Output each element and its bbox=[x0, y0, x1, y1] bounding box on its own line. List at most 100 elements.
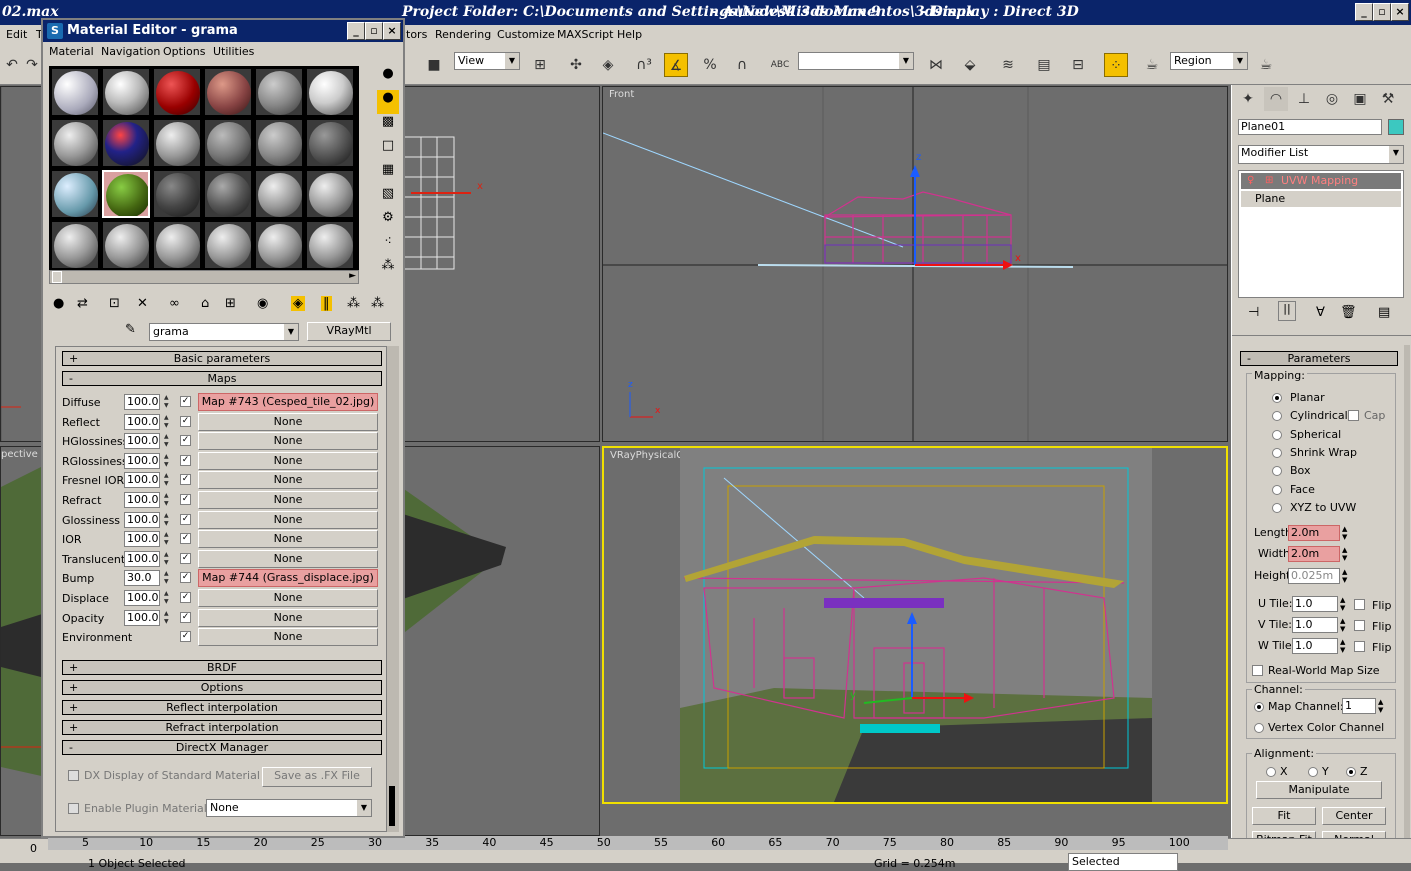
time-ruler[interactable]: 5 10 15 20 25 30 35 40 45 50 55 60 65 70 75 80 85 90 95 100 bbox=[48, 836, 1228, 850]
parameters-scrollbar[interactable] bbox=[387, 346, 399, 832]
map-button[interactable]: Map #743 (Cesped_tile_02.jpg) bbox=[198, 393, 378, 411]
width-spinner[interactable]: ▲ ▼ bbox=[1342, 546, 1347, 562]
pivot-icon[interactable]: ⊞ bbox=[528, 53, 552, 77]
assign-to-selection-icon[interactable]: ⊡ bbox=[109, 296, 120, 311]
material-slot[interactable] bbox=[102, 170, 150, 218]
spinner-snap-icon[interactable]: ∩ bbox=[730, 53, 754, 77]
map-enable-checkbox[interactable]: ✓ bbox=[180, 415, 191, 427]
align-icon[interactable]: ⬙ bbox=[958, 53, 982, 77]
me-menu-options[interactable]: Options bbox=[163, 45, 205, 58]
map-button[interactable]: None bbox=[198, 471, 378, 490]
map-button[interactable]: None bbox=[198, 510, 378, 529]
map-amount-field[interactable]: 30.0 bbox=[124, 570, 160, 587]
me-menu-navigation[interactable]: Navigation bbox=[101, 45, 160, 58]
map-amount-spinner[interactable]: ▲ ▼ bbox=[164, 590, 172, 606]
close-button[interactable]: × bbox=[1391, 3, 1409, 21]
map-amount-spinner[interactable]: ▲ ▼ bbox=[164, 472, 172, 488]
layer-manager-icon[interactable]: ≋ bbox=[996, 53, 1020, 77]
mapping-radio[interactable] bbox=[1272, 393, 1282, 403]
map-amount-spinner[interactable]: ▲ ▼ bbox=[164, 512, 172, 528]
map-enable-checkbox[interactable]: ✓ bbox=[180, 533, 191, 545]
material-slot[interactable] bbox=[51, 221, 99, 269]
parameters-rollout[interactable]: - Parameters bbox=[1240, 351, 1398, 366]
map-amount-field[interactable]: 100.0 bbox=[124, 452, 160, 469]
edit-named-selection-icon[interactable]: ABC bbox=[768, 53, 792, 77]
parameters-scroll-thumb[interactable] bbox=[389, 786, 395, 826]
material-slot[interactable] bbox=[102, 119, 150, 167]
material-slot[interactable] bbox=[153, 119, 201, 167]
uv-tiling-icon[interactable]: □ bbox=[377, 138, 399, 162]
material-slot[interactable] bbox=[204, 119, 252, 167]
rollout-header[interactable]: + Basic parameters bbox=[62, 351, 382, 366]
manipulate-button[interactable]: Manipulate bbox=[1256, 781, 1382, 799]
selection-filter-combo[interactable]: Selected bbox=[1068, 853, 1178, 871]
pin-stack-icon[interactable]: ⊣ bbox=[1248, 305, 1259, 320]
vertex-color-radio[interactable] bbox=[1254, 723, 1264, 733]
remove-modifier-icon[interactable]: 🗑 bbox=[1340, 305, 1357, 320]
expand-icon[interactable]: ⊞ bbox=[1265, 175, 1273, 186]
make-unique-material-icon[interactable]: ∞ bbox=[169, 296, 180, 311]
map-button[interactable]: None bbox=[198, 412, 378, 431]
material-slot[interactable] bbox=[153, 68, 201, 116]
map-amount-spinner[interactable]: ▲ ▼ bbox=[164, 570, 172, 586]
render-type-combo[interactable]: Region ▼ bbox=[1170, 52, 1248, 70]
map-amount-field[interactable]: 100.0 bbox=[124, 413, 160, 430]
rollout-header[interactable]: + BRDF bbox=[62, 660, 382, 675]
put-to-scene-icon[interactable]: ⇄ bbox=[77, 296, 88, 311]
select-by-material-icon[interactable]: ⁖ bbox=[377, 234, 399, 258]
align-y-radio[interactable] bbox=[1308, 767, 1318, 777]
tile-field[interactable]: 1.0 bbox=[1292, 638, 1338, 654]
select-manipulate-icon[interactable]: ✣ bbox=[564, 53, 588, 77]
object-color-swatch[interactable] bbox=[1388, 119, 1404, 135]
menu-customize[interactable]: Customize bbox=[497, 28, 555, 41]
map-amount-field[interactable]: 100.0 bbox=[124, 472, 160, 489]
tile-field[interactable]: 1.0 bbox=[1292, 596, 1338, 612]
tile-spinner[interactable]: ▲ ▼ bbox=[1340, 638, 1345, 654]
flip-checkbox[interactable] bbox=[1354, 620, 1365, 631]
map-amount-field[interactable]: 100.0 bbox=[124, 531, 160, 548]
show-end-result-icon[interactable]: || bbox=[1278, 301, 1296, 321]
modifier-list-combo[interactable]: Modifier List ▼ bbox=[1238, 145, 1404, 164]
mirror-icon[interactable]: ⋈ bbox=[924, 53, 948, 77]
map-amount-spinner[interactable]: ▲ ▼ bbox=[164, 394, 172, 410]
tile-field[interactable]: 1.0 bbox=[1292, 617, 1338, 633]
enable-plugin-checkbox[interactable] bbox=[68, 803, 79, 814]
lightbulb-icon[interactable]: ♀ bbox=[1247, 175, 1254, 186]
modifier-stack[interactable]: UVW Mapping ♀ ⊞ Plane bbox=[1238, 170, 1404, 298]
map-button[interactable]: Map #744 (Grass_displace.jpg) bbox=[198, 569, 378, 588]
map-amount-spinner[interactable]: ▲ ▼ bbox=[164, 492, 172, 508]
material-slot[interactable] bbox=[255, 170, 303, 218]
menu-maxscript[interactable]: MAXScript bbox=[557, 28, 613, 41]
map-amount-spinner[interactable]: ▲ ▼ bbox=[164, 453, 172, 469]
mapping-radio[interactable] bbox=[1272, 447, 1282, 458]
plugin-material-combo[interactable]: None ▼ bbox=[206, 799, 372, 817]
snap-3d-icon[interactable]: ∩³ bbox=[632, 53, 656, 77]
map-enable-checkbox[interactable]: ✓ bbox=[180, 631, 191, 643]
map-channel-spinner[interactable]: ▲ ▼ bbox=[1378, 698, 1383, 714]
map-amount-field[interactable]: 100.0 bbox=[124, 394, 160, 410]
map-enable-checkbox[interactable]: ✓ bbox=[180, 454, 191, 466]
menu-animation[interactable]: tors bbox=[406, 28, 427, 41]
material-slot[interactable] bbox=[51, 68, 99, 116]
map-amount-field[interactable]: 100.0 bbox=[124, 511, 160, 528]
material-slot[interactable] bbox=[255, 68, 303, 116]
map-amount-spinner[interactable]: ▲ ▼ bbox=[164, 531, 172, 547]
material-slot[interactable] bbox=[306, 170, 354, 218]
map-enable-checkbox[interactable]: ✓ bbox=[180, 592, 191, 603]
map-enable-checkbox[interactable]: ✓ bbox=[180, 572, 191, 584]
me-maximize-button[interactable]: ▫ bbox=[365, 22, 383, 40]
mapping-radio[interactable] bbox=[1272, 502, 1282, 513]
rollout-header[interactable]: + Options bbox=[62, 680, 382, 695]
scale-icon[interactable]: ■ bbox=[422, 53, 446, 77]
background-icon[interactable]: ▩ bbox=[377, 114, 399, 138]
map-button[interactable]: None bbox=[198, 608, 378, 627]
material-slot[interactable] bbox=[51, 119, 99, 167]
map-amount-field[interactable]: 100.0 bbox=[124, 609, 160, 626]
map-button[interactable]: None bbox=[198, 530, 378, 549]
schematic-view-icon[interactable]: ⊟ bbox=[1066, 53, 1090, 77]
me-menu-material[interactable]: Material bbox=[49, 45, 94, 58]
slots-scrollbar[interactable]: ► bbox=[49, 270, 359, 284]
material-slot[interactable] bbox=[153, 170, 201, 218]
material-slot[interactable] bbox=[306, 68, 354, 116]
flip-checkbox[interactable] bbox=[1354, 641, 1365, 652]
